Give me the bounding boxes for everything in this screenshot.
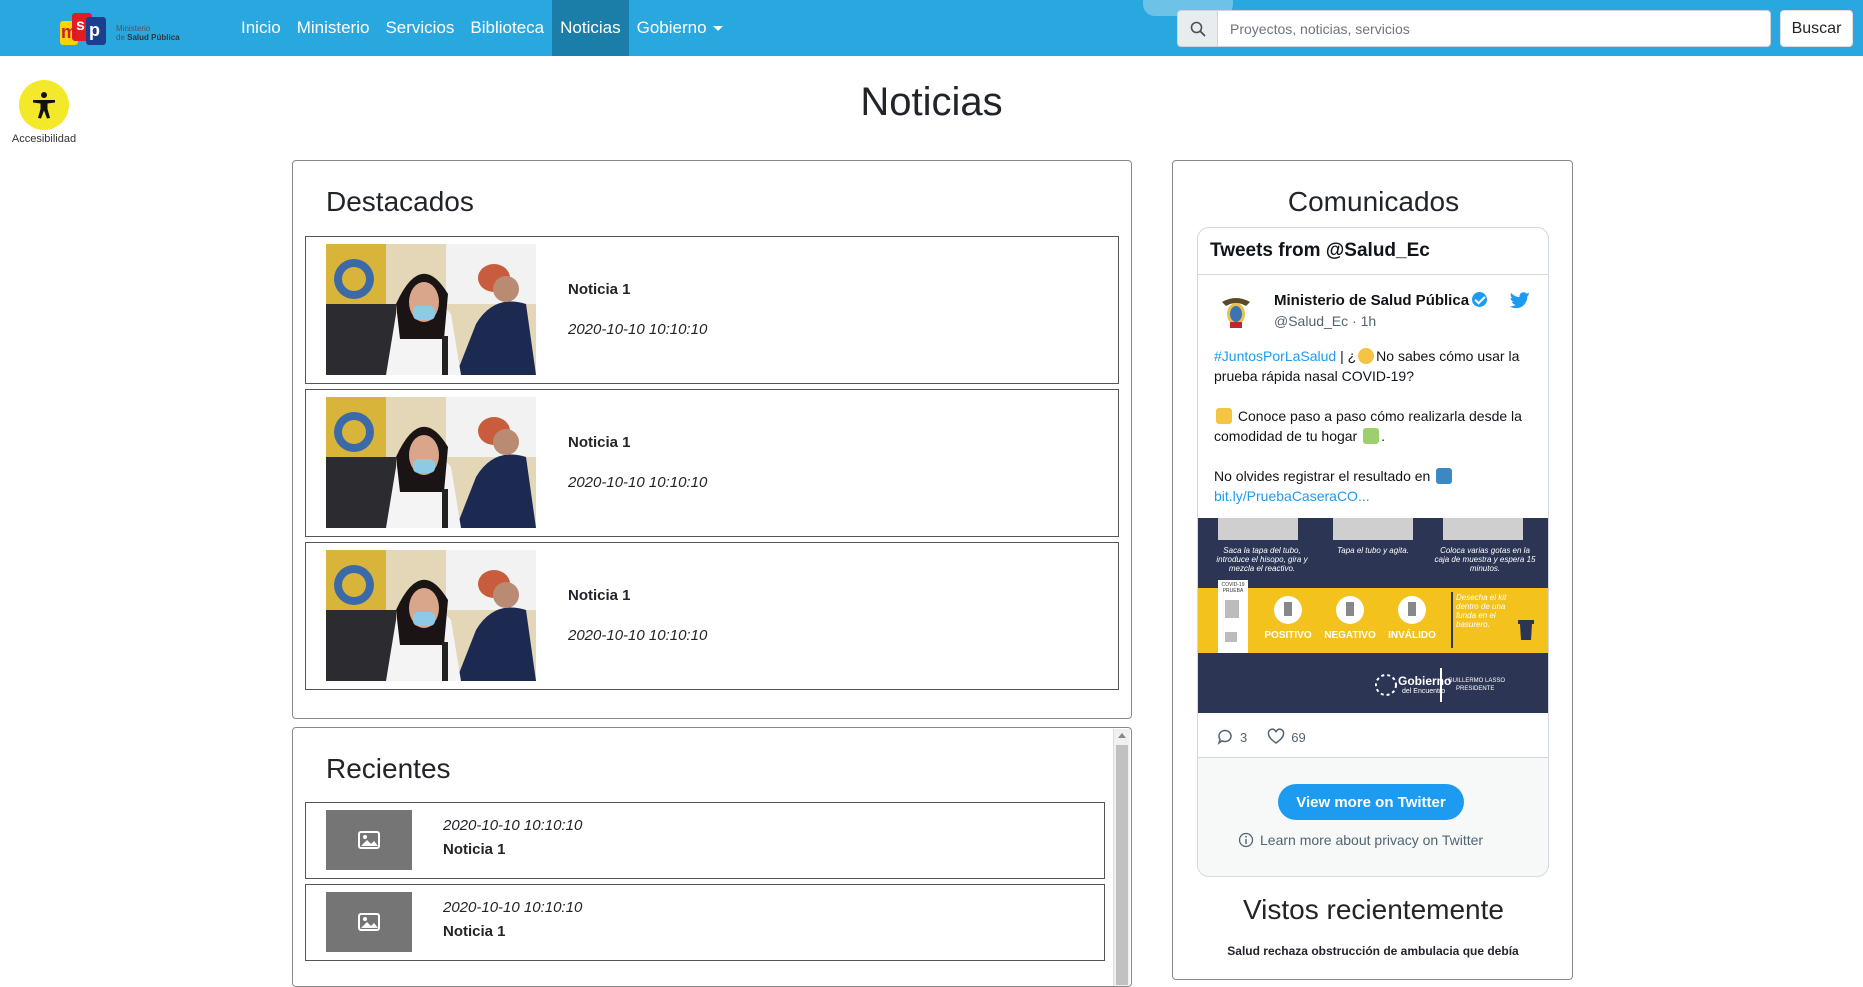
- news-date: 2020-10-10 10:10:10: [568, 321, 708, 338]
- author-handle[interactable]: @Salud_Ec · 1h: [1274, 313, 1376, 329]
- news-title[interactable]: Noticia 1: [568, 434, 631, 451]
- search-input[interactable]: [1218, 10, 1771, 47]
- page-title: Noticias: [860, 80, 1003, 124]
- destacado-item[interactable]: Noticia 1 2020-10-10 10:10:10: [305, 389, 1119, 537]
- hashtag-link[interactable]: #JuntosPorLaSalud: [1214, 348, 1336, 364]
- media-gov-subtitle: del Encuentro: [1402, 688, 1446, 695]
- house-emoji-icon: [1363, 428, 1380, 444]
- recientes-heading: Recientes: [326, 753, 451, 784]
- news-photo: [326, 244, 536, 375]
- news-date: 2020-10-10 10:10:10: [443, 899, 583, 916]
- thinking-emoji-icon: [1358, 348, 1375, 364]
- msp-logo-mark: m s p: [58, 11, 108, 47]
- comunicados-heading: Comunicados: [1287, 186, 1460, 217]
- brand-logo[interactable]: m s p Ministerio de Salud Pública: [58, 7, 188, 49]
- news-date: 2020-10-10 10:10:10: [568, 474, 708, 491]
- news-date: 2020-10-10 10:10:10: [443, 817, 583, 834]
- twitter-timeline: Tweets from @Salud_Ec Ministerio de Salu…: [1197, 227, 1549, 877]
- search-button[interactable]: Buscar: [1780, 10, 1853, 47]
- nav-servicios[interactable]: Servicios: [377, 0, 462, 56]
- tweet-text: #JuntosPorLaSalud | ¿ No sabes cómo usar …: [1214, 348, 1522, 504]
- destacado-item[interactable]: Noticia 1 2020-10-10 10:10:10: [305, 542, 1119, 690]
- twitter-footer: View more on Twitter Learn more about pr…: [1198, 757, 1548, 876]
- nav-ministerio[interactable]: Ministerio: [289, 0, 378, 56]
- nav-inicio[interactable]: Inicio: [233, 0, 289, 56]
- privacy-text: Learn more about privacy on Twitter: [1260, 832, 1484, 848]
- view-more-twitter-button[interactable]: View more on Twitter: [1278, 784, 1464, 820]
- news-photo: [326, 397, 536, 528]
- media-president-title: PRESIDENTE: [1456, 686, 1495, 692]
- nav-gobierno-label: Gobierno: [636, 18, 707, 37]
- news-photo: [326, 550, 536, 681]
- vistos-heading: Vistos recientemente: [1243, 894, 1504, 925]
- destacados-heading: Destacados: [326, 186, 474, 217]
- play-button-emoji-icon: [1436, 468, 1453, 484]
- accessibility-label: Accesibilidad: [11, 133, 77, 145]
- media-kit-label: COVID-19 PRUEBA: [1221, 582, 1245, 594]
- recientes-card: Recientes 2020-10-10 10:10:10 Noticia 1 …: [292, 727, 1132, 987]
- news-title[interactable]: Noticia 1: [443, 841, 506, 858]
- info-icon: [1238, 832, 1254, 848]
- media-step-3: Coloca varias gotas en la caja de muestr…: [1434, 546, 1536, 573]
- news-title[interactable]: Noticia 1: [443, 923, 506, 940]
- heart-icon[interactable]: [1267, 728, 1285, 746]
- privacy-link[interactable]: Learn more about privacy on Twitter: [1238, 832, 1483, 848]
- comunicados-card: Comunicados Tweets from @Salud_Ec Minist…: [1172, 160, 1573, 980]
- vistos-item-link[interactable]: Salud rechaza obstrucción de ambulacia q…: [1193, 944, 1553, 958]
- main-nav: Inicio Ministerio Servicios Biblioteca N…: [233, 0, 731, 56]
- nav-noticias[interactable]: Noticias: [552, 0, 629, 56]
- twitter-header[interactable]: Tweets from @Salud_Ec: [1198, 228, 1548, 275]
- destacados-card: Destacados Noticia 1 2020-10-10 10:10:10: [292, 160, 1132, 719]
- media-result-invalido: INVÁLIDO: [1388, 630, 1436, 641]
- reply-icon[interactable]: [1216, 728, 1234, 746]
- media-gov-name: Gobierno: [1398, 674, 1452, 688]
- search-icon: [1177, 10, 1218, 47]
- media-step-2: Tapa el tubo y agita.: [1337, 546, 1409, 555]
- image-placeholder-icon: [326, 810, 412, 870]
- brand-text: Ministerio de Salud Pública: [116, 24, 180, 42]
- nav-gobierno-dropdown[interactable]: Gobierno: [629, 0, 731, 56]
- tweet-media-image[interactable]: Saca la tapa del tubo, introduce el hiso…: [1198, 518, 1548, 713]
- tweet-actions: 3 69: [1216, 728, 1306, 746]
- twitter-bird-icon[interactable]: [1509, 292, 1530, 314]
- author-avatar[interactable]: [1216, 292, 1256, 332]
- media-step-1: Saca la tapa del tubo, introduce el hiso…: [1216, 546, 1308, 573]
- search-group: [1177, 10, 1771, 47]
- media-result-positivo: POSITIVO: [1264, 630, 1312, 641]
- pointing-hand-emoji-icon: [1216, 408, 1232, 424]
- recientes-scrollbar[interactable]: [1113, 729, 1130, 986]
- scroll-up-icon[interactable]: [1118, 733, 1126, 738]
- media-result-negativo: NEGATIVO: [1324, 630, 1376, 641]
- media-president-name: GUILLERMO LASSO: [1448, 678, 1506, 684]
- news-title[interactable]: Noticia 1: [568, 587, 631, 604]
- reply-count: 3: [1240, 729, 1248, 745]
- media-dispose-text: Desecha el kit dentro de una funda en el…: [1456, 593, 1507, 629]
- reciente-item[interactable]: 2020-10-10 10:10:10 Noticia 1: [305, 884, 1105, 961]
- tweet-link[interactable]: bit.ly/PruebaCaseraCO...: [1214, 488, 1370, 504]
- scrollbar-thumb[interactable]: [1116, 745, 1128, 985]
- caret-down-icon: [712, 26, 723, 32]
- reciente-item[interactable]: 2020-10-10 10:10:10 Noticia 1: [305, 802, 1105, 879]
- nav-biblioteca[interactable]: Biblioteca: [462, 0, 552, 56]
- destacado-item[interactable]: Noticia 1 2020-10-10 10:10:10: [305, 236, 1119, 384]
- like-count: 69: [1291, 729, 1306, 745]
- image-placeholder-icon: [326, 892, 412, 952]
- top-navbar: m s p Ministerio de Salud Pública Inicio…: [0, 0, 1863, 56]
- author-name[interactable]: Ministerio de Salud Pública: [1274, 292, 1488, 309]
- verified-icon: [1472, 292, 1488, 307]
- news-title[interactable]: Noticia 1: [568, 281, 631, 298]
- news-date: 2020-10-10 10:10:10: [568, 627, 708, 644]
